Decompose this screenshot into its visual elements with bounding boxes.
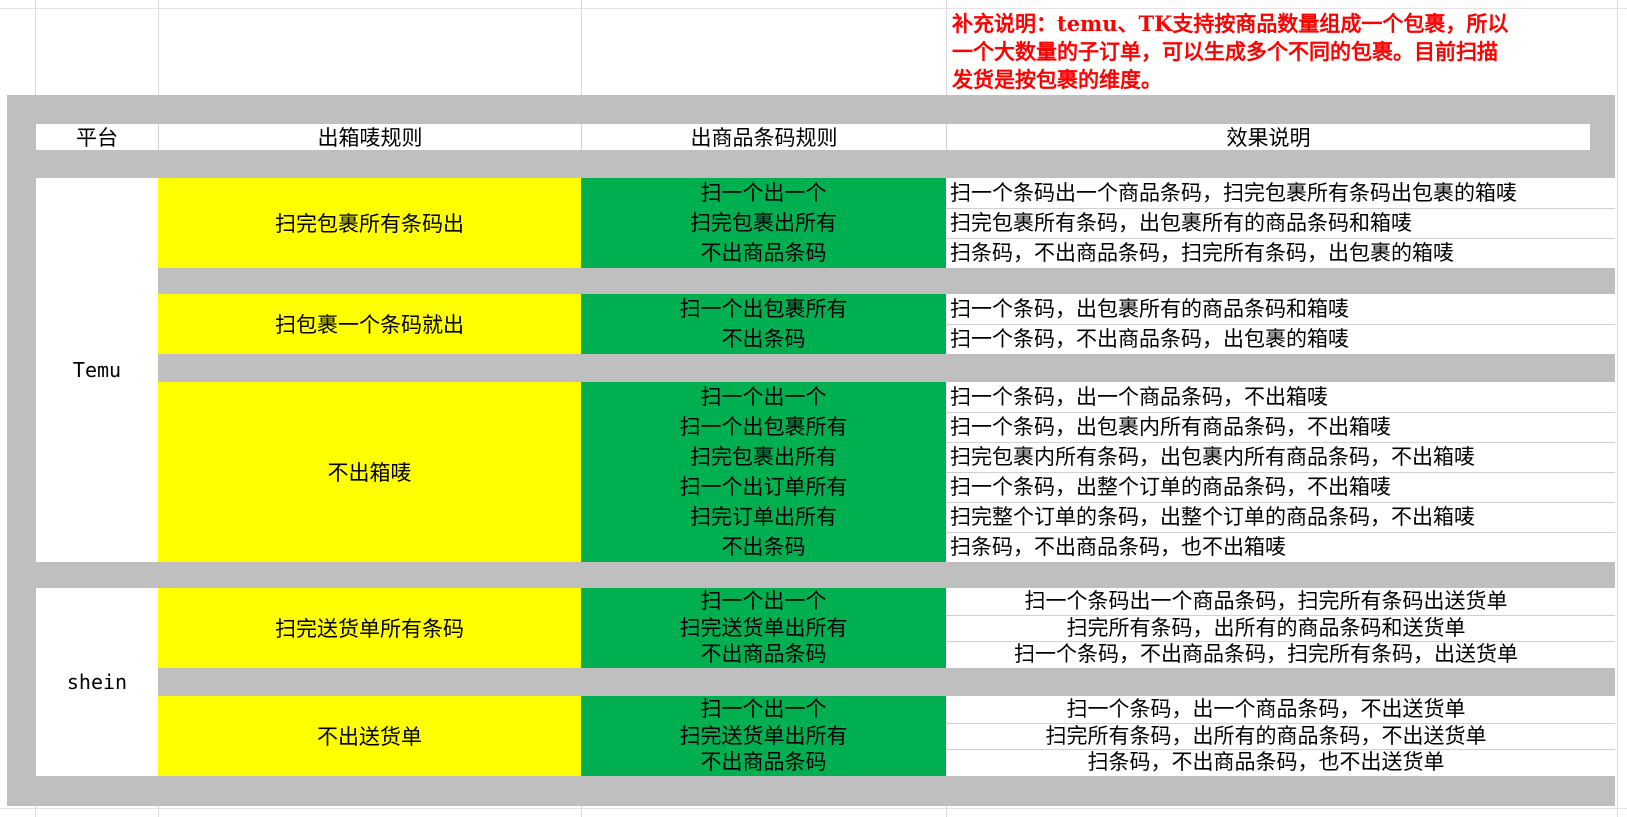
- effect-text: 扫完所有条码，出所有的商品条码，不出送货单: [1045, 723, 1487, 748]
- barcode-rule: 扫一个出包裹所有: [679, 415, 848, 439]
- effect-text: 扫完整个订单的条码，出整个订单的商品条码，不出箱唛: [950, 505, 1475, 529]
- barcode-rule: 扫一个出一个: [700, 697, 827, 721]
- effect-text: 扫一个条码出一个商品条码，扫完包裹所有条码出包裹的箱唛: [950, 181, 1517, 205]
- barcode-rule: 扫完送货单出所有: [679, 615, 848, 640]
- effect-text: 扫完包裹内所有条码，出包裹内所有商品条码，不出箱唛: [950, 445, 1475, 469]
- effect-text: 扫一个条码出一个商品条码，扫完所有条码出送货单: [1024, 589, 1508, 613]
- box-rule-cell: 不出箱唛: [158, 382, 581, 562]
- header-effect: 效果说明: [947, 124, 1590, 150]
- header-box-rule: 出箱唛规则: [159, 124, 581, 150]
- effect-text: 扫一个条码，出包裹所有的商品条码和箱唛: [950, 297, 1349, 321]
- barcode-rule: 不出商品条码: [700, 642, 827, 667]
- effect-text: 扫一个条码，出包裹内所有商品条码，不出箱唛: [950, 415, 1391, 439]
- barcode-rule: 扫一个出订单所有: [679, 475, 848, 499]
- supplementary-note: 补充说明：temu、TK支持按商品数量组成一个包裹，所以 一个大数量的子订单，可…: [952, 10, 1592, 94]
- effect-list: 扫一个条码，出一个商品条码，不出箱唛 扫一个条码，出包裹内所有商品条码，不出箱唛…: [946, 382, 1615, 562]
- effect-text: 扫条码，不出商品条码，也不出送货单: [1087, 750, 1445, 775]
- effect-text: 扫一个条码，出一个商品条码，不出箱唛: [950, 385, 1328, 409]
- barcode-rule: 扫完订单出所有: [690, 505, 837, 529]
- platform-temu: Temu: [72, 358, 122, 382]
- effect-text: 扫完所有条码，出所有的商品条码和送货单: [1066, 615, 1466, 640]
- effect-text: 扫条码，不出商品条码，扫完所有条码，出包裹的箱唛: [950, 241, 1454, 265]
- box-rule-cell: 扫完包裹所有条码出: [158, 178, 581, 268]
- platform-shein: shein: [66, 670, 128, 694]
- barcode-rule: 扫完包裹出所有: [690, 211, 837, 235]
- box-rule-cell: 不出送货单: [158, 696, 581, 776]
- barcode-rule-list: 扫一个出一个 扫一个出包裹所有 扫完包裹出所有 扫一个出订单所有 扫完订单出所有…: [581, 382, 946, 562]
- effect-list: 扫一个条码，出一个商品条码，不出送货单 扫完所有条码，出所有的商品条码，不出送货…: [946, 696, 1586, 776]
- barcode-rule: 不出条码: [721, 535, 806, 559]
- barcode-rule: 扫一个出一个: [700, 589, 827, 613]
- barcode-rule: 扫一个出一个: [700, 385, 827, 409]
- header-barcode-rule: 出商品条码规则: [582, 124, 946, 150]
- effect-text: 扫一个条码，不出商品条码，出包裹的箱唛: [950, 327, 1349, 351]
- note-line: 发货是按包裹的维度。: [952, 67, 1162, 92]
- box-rule-cell: 扫完送货单所有条码: [158, 588, 581, 668]
- barcode-rule-list: 扫一个出包裹所有 不出条码: [581, 294, 946, 354]
- effect-text: 扫一个条码，不出商品条码，扫完所有条码，出送货单: [1014, 642, 1518, 667]
- barcode-rule-list: 扫一个出一个 扫完送货单出所有 不出商品条码: [581, 588, 946, 668]
- barcode-rule: 扫一个出包裹所有: [679, 297, 848, 321]
- effect-text: 扫条码，不出商品条码，也不出箱唛: [950, 535, 1286, 559]
- barcode-rule-list: 扫一个出一个 扫完包裹出所有 不出商品条码: [581, 178, 946, 268]
- barcode-rule: 扫完包裹出所有: [690, 445, 837, 469]
- barcode-rule: 不出条码: [721, 327, 806, 351]
- barcode-rule: 不出商品条码: [700, 750, 827, 775]
- box-rule-cell: 扫包裹一个条码就出: [158, 294, 581, 354]
- effect-text: 扫完包裹所有条码，出包裹所有的商品条码和箱唛: [950, 211, 1412, 235]
- header-platform: 平台: [36, 124, 158, 150]
- barcode-rule-list: 扫一个出一个 扫完送货单出所有 不出商品条码: [581, 696, 946, 776]
- barcode-rule: 不出商品条码: [700, 241, 827, 265]
- effect-list: 扫一个条码出一个商品条码，扫完包裹所有条码出包裹的箱唛 扫完包裹所有条码，出包裹…: [946, 178, 1615, 268]
- effect-text: 扫一个条码，出一个商品条码，不出送货单: [1066, 697, 1466, 721]
- note-line: 一个大数量的子订单，可以生成多个不同的包裹。目前扫描: [952, 39, 1498, 64]
- effect-list: 扫一个条码出一个商品条码，扫完所有条码出送货单 扫完所有条码，出所有的商品条码和…: [946, 588, 1586, 668]
- effect-list: 扫一个条码，出包裹所有的商品条码和箱唛 扫一个条码，不出商品条码，出包裹的箱唛: [946, 294, 1615, 354]
- note-line: 补充说明：temu、TK支持按商品数量组成一个包裹，所以: [952, 11, 1509, 36]
- barcode-rule: 扫一个出一个: [700, 181, 827, 205]
- barcode-rule: 扫完送货单出所有: [679, 723, 848, 748]
- effect-text: 扫一个条码，出整个订单的商品条码，不出箱唛: [950, 475, 1391, 499]
